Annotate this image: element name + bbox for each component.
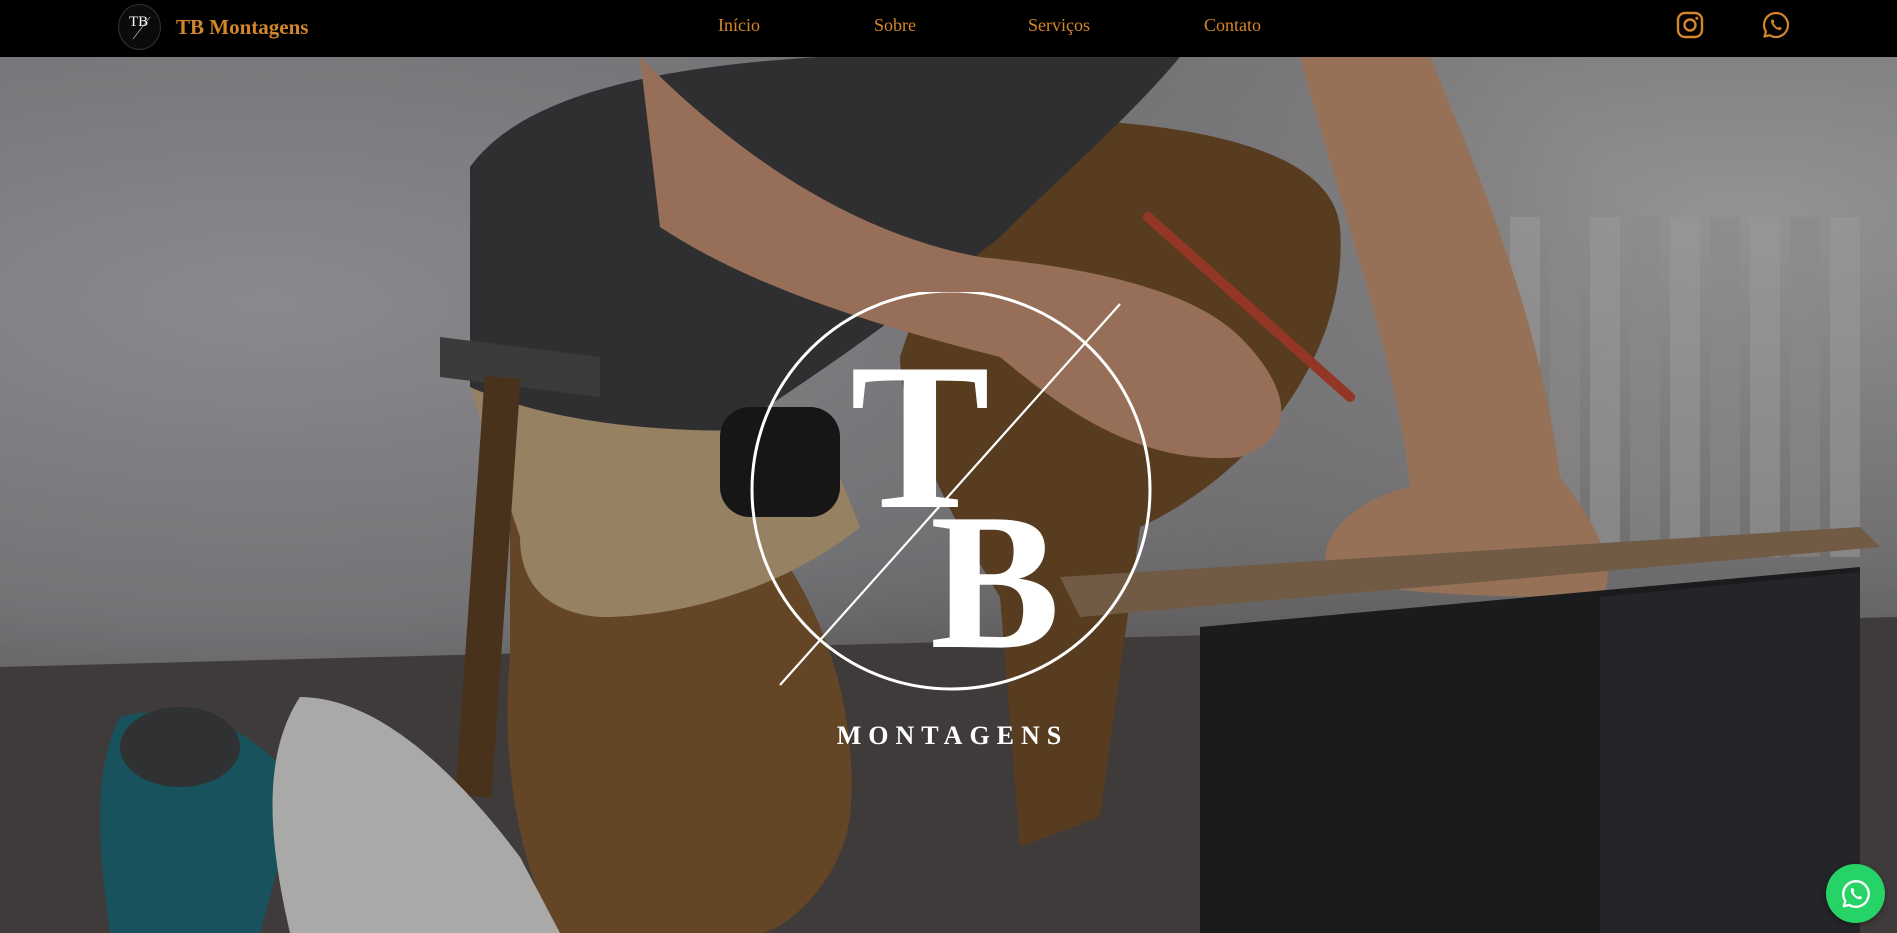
nav-inicio[interactable]: Início xyxy=(718,15,760,36)
brand-logo-mark: TB xyxy=(129,14,150,40)
nav-contato[interactable]: Contato xyxy=(1204,15,1261,36)
brand-logo-letters: TB xyxy=(129,14,148,30)
hero-logo-subtitle: MONTAGENS xyxy=(836,721,1069,750)
brand-logo: TB xyxy=(118,4,161,50)
instagram-link[interactable] xyxy=(1675,10,1705,40)
floating-whatsapp-button[interactable] xyxy=(1826,864,1885,923)
brand-name: TB Montagens xyxy=(176,14,309,39)
nav-servicos[interactable]: Serviços xyxy=(1028,15,1090,36)
top-navbar: TB TB Montagens Início Sobre Serviços Co… xyxy=(0,0,1897,57)
whatsapp-icon xyxy=(1841,879,1870,908)
logo-letter-b: B xyxy=(930,474,1060,690)
instagram-icon xyxy=(1676,11,1704,39)
whatsapp-link[interactable] xyxy=(1761,10,1791,40)
brand-link[interactable]: TB TB Montagens xyxy=(118,3,308,51)
nav-sobre[interactable]: Sobre xyxy=(874,15,916,36)
whatsapp-icon xyxy=(1762,11,1790,39)
hero-section: T B MONTAGENS xyxy=(0,57,1897,933)
